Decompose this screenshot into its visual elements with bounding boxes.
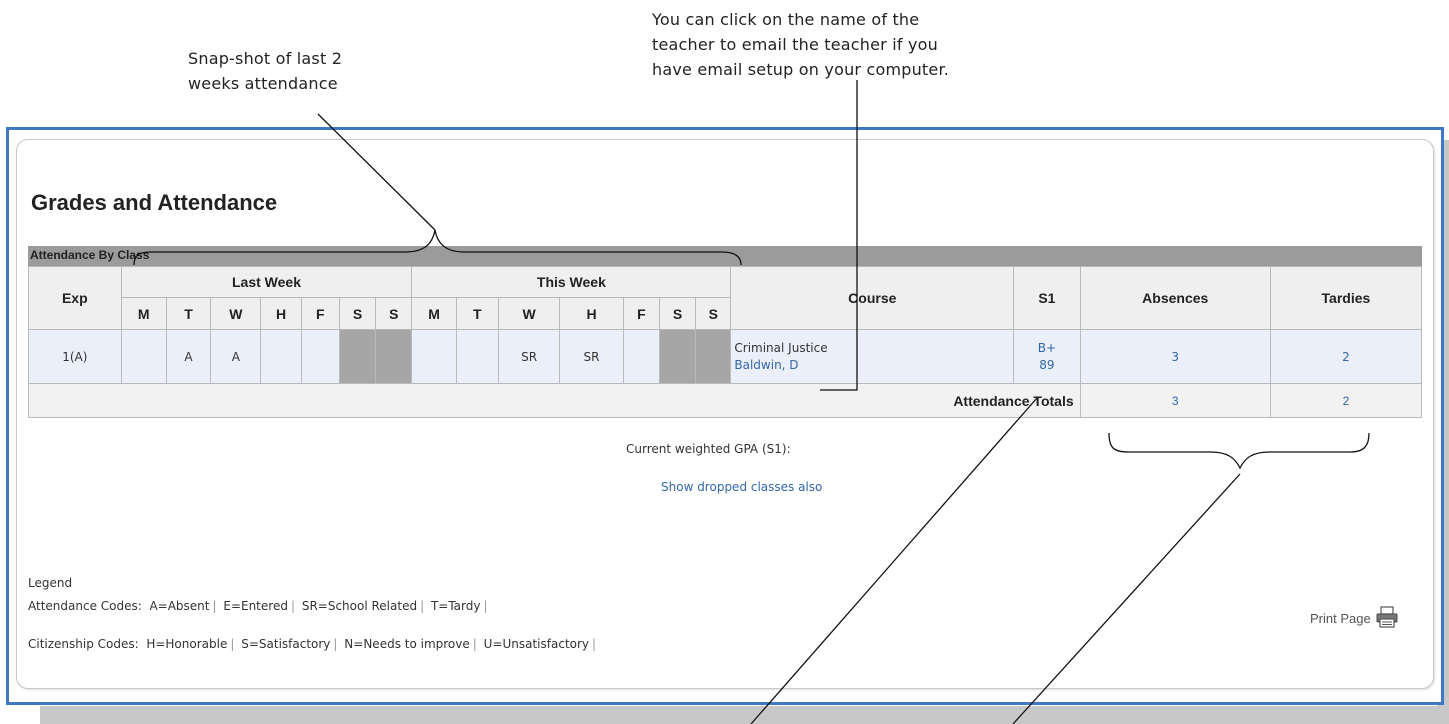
totals-pointer-line bbox=[1012, 473, 1241, 724]
totals-brace bbox=[1108, 432, 1370, 470]
annotation-lines bbox=[133, 80, 1370, 724]
attendance-brace bbox=[133, 229, 742, 266]
snapshot-pointer-line bbox=[317, 113, 436, 231]
grade-pointer-line bbox=[750, 397, 1038, 724]
email-pointer-line bbox=[820, 80, 858, 391]
